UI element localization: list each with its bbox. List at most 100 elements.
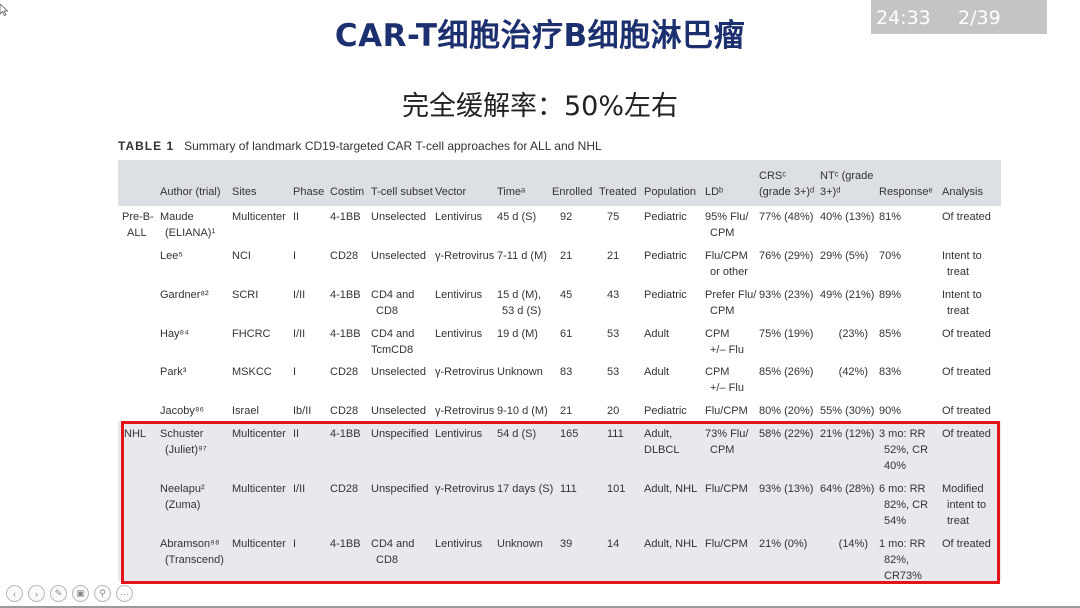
- pen-icon[interactable]: ✎: [50, 585, 67, 602]
- header-phase: Phase: [293, 186, 325, 198]
- cell-population: Pediatric: [644, 250, 687, 262]
- slide-subtitle: 完全缓解率：50%左右: [401, 91, 678, 122]
- cell-time: 53 d (S): [502, 305, 542, 317]
- cell-crs: 75% (19%): [759, 328, 814, 340]
- cell-sites: NCI: [232, 250, 251, 262]
- cell-ld: CPM: [710, 227, 735, 239]
- cell-phase: I/II: [293, 328, 306, 340]
- cell-sites: FHCRC: [232, 328, 271, 340]
- cell-ld: Flu/CPM: [705, 250, 748, 262]
- zoom-icon[interactable]: ⚲: [94, 585, 111, 602]
- cell-response: 81%: [879, 211, 902, 223]
- cell-analysis: Of treated: [942, 405, 991, 417]
- cell-sites: Multicenter: [232, 211, 286, 223]
- table-caption-label: TABLE 1: [118, 139, 175, 153]
- header-tcell: T-cell subset: [371, 186, 433, 198]
- slides-icon[interactable]: ▣: [72, 585, 89, 602]
- cell-vector: Lentivirus: [435, 328, 483, 340]
- cell-costim: CD28: [330, 366, 359, 378]
- header-treated: Treated: [599, 186, 637, 198]
- cell-crs: 80% (20%): [759, 405, 814, 417]
- more-icon[interactable]: ···: [116, 585, 133, 602]
- cell-ld: CPM: [705, 328, 730, 340]
- cell-enrolled: 21: [560, 250, 573, 262]
- cell-vector: γ-Retrovirus: [435, 366, 495, 378]
- cell-ld: 95% Flu/: [705, 211, 749, 223]
- cell-phase: II: [293, 211, 300, 223]
- next-icon[interactable]: ›: [28, 585, 45, 602]
- cell-sites: SCRI: [232, 289, 259, 301]
- cell-enrolled: 83: [560, 366, 573, 378]
- table-caption: TABLE 1 Summary of landmark CD19-targeted…: [118, 139, 602, 153]
- cell-author: Park³: [160, 366, 187, 378]
- header-enrolled: Enrolled: [552, 186, 593, 198]
- cell-analysis: Intent to: [942, 250, 982, 262]
- header-sites: Sites: [232, 186, 257, 198]
- cell-costim: CD28: [330, 250, 359, 262]
- nhl-highlight-box: [121, 421, 1000, 584]
- cell-vector: γ-Retrovirus: [435, 405, 495, 417]
- presentation-timer: 24:33 2/39: [871, 0, 1047, 34]
- header-crs: CRSᶜ (grade 3+)ᵈ: [759, 170, 815, 198]
- cell-ld: Flu/CPM: [705, 405, 748, 417]
- cell-enrolled: 21: [560, 405, 573, 417]
- cell-tcell: CD8: [376, 305, 399, 317]
- cell-costim: 4-1BB: [330, 328, 361, 340]
- cell-nt: 49% (21%): [820, 289, 875, 301]
- header-analysis: Analysis: [942, 186, 983, 198]
- header-vector: Vector: [435, 186, 467, 198]
- header-time: Timeᵃ: [497, 186, 526, 198]
- cell-tcell: Unselected: [371, 211, 427, 223]
- cell-response: 89%: [879, 289, 902, 301]
- cell-nt: 29% (5%): [820, 250, 869, 262]
- cell-population: Pediatric: [644, 405, 687, 417]
- cell-ld: or other: [710, 266, 748, 278]
- cell-time: 9-10 d (M): [497, 405, 548, 417]
- cell-treated: 20: [607, 405, 620, 417]
- cell-time: 15 d (M),: [497, 289, 542, 301]
- cell-tcell: CD4 and: [371, 328, 415, 340]
- cell-enrolled: 45: [560, 289, 573, 301]
- elapsed-time: 24:33: [876, 7, 931, 29]
- cell-enrolled: 61: [560, 328, 573, 340]
- cell-enrolled: 92: [560, 211, 573, 223]
- cell-treated: 53: [607, 328, 620, 340]
- header-nt: NTᶜ (grade 3+)ᵈ: [820, 170, 874, 198]
- cell-treated: 43: [607, 289, 620, 301]
- cell-analysis: Of treated: [942, 211, 991, 223]
- group-label-all: ALL: [127, 227, 147, 239]
- cell-author: Lee⁵: [160, 250, 183, 262]
- cell-response: 83%: [879, 366, 902, 378]
- header-response: Responseᵉ: [879, 186, 933, 198]
- cell-crs: 85% (26%): [759, 366, 814, 378]
- cell-tcell: Unselected: [371, 250, 427, 262]
- cell-time: 19 d (M): [497, 328, 538, 340]
- cell-analysis: treat: [947, 305, 970, 317]
- cell-vector: Lentivirus: [435, 211, 483, 223]
- group-label-preb: Pre-B-: [122, 211, 154, 223]
- prev-icon[interactable]: ‹: [6, 585, 23, 602]
- cell-vector: γ-Retrovirus: [435, 250, 495, 262]
- cell-nt: 55% (30%): [820, 405, 875, 417]
- cell-ld: CPM: [710, 305, 735, 317]
- cell-nt: (42%): [838, 366, 868, 378]
- cell-author: Hay⁸⁴: [160, 328, 189, 340]
- cell-response: 70%: [879, 250, 902, 262]
- cell-nt: 40% (13%): [820, 211, 875, 223]
- cell-treated: 53: [607, 366, 620, 378]
- cell-time: 45 d (S): [497, 211, 537, 223]
- cell-nt: (23%): [838, 328, 868, 340]
- cell-population: Adult: [644, 328, 670, 340]
- cell-author: Jacoby⁸⁶: [160, 405, 205, 417]
- cell-analysis: Intent to: [942, 289, 982, 301]
- cell-analysis: treat: [947, 266, 970, 278]
- page-counter: 2/39: [958, 7, 1001, 29]
- cell-ld: +/– Flu: [710, 382, 744, 394]
- cell-tcell: Unselected: [371, 405, 427, 417]
- cell-ld: +/– Flu: [710, 344, 744, 356]
- cell-sites: Israel: [232, 405, 259, 417]
- table-caption-text: Summary of landmark CD19-targeted CAR T-…: [184, 139, 602, 153]
- cell-sites: MSKCC: [232, 366, 272, 378]
- cell-phase: I: [293, 250, 297, 262]
- header-ld: LDᵇ: [705, 186, 724, 198]
